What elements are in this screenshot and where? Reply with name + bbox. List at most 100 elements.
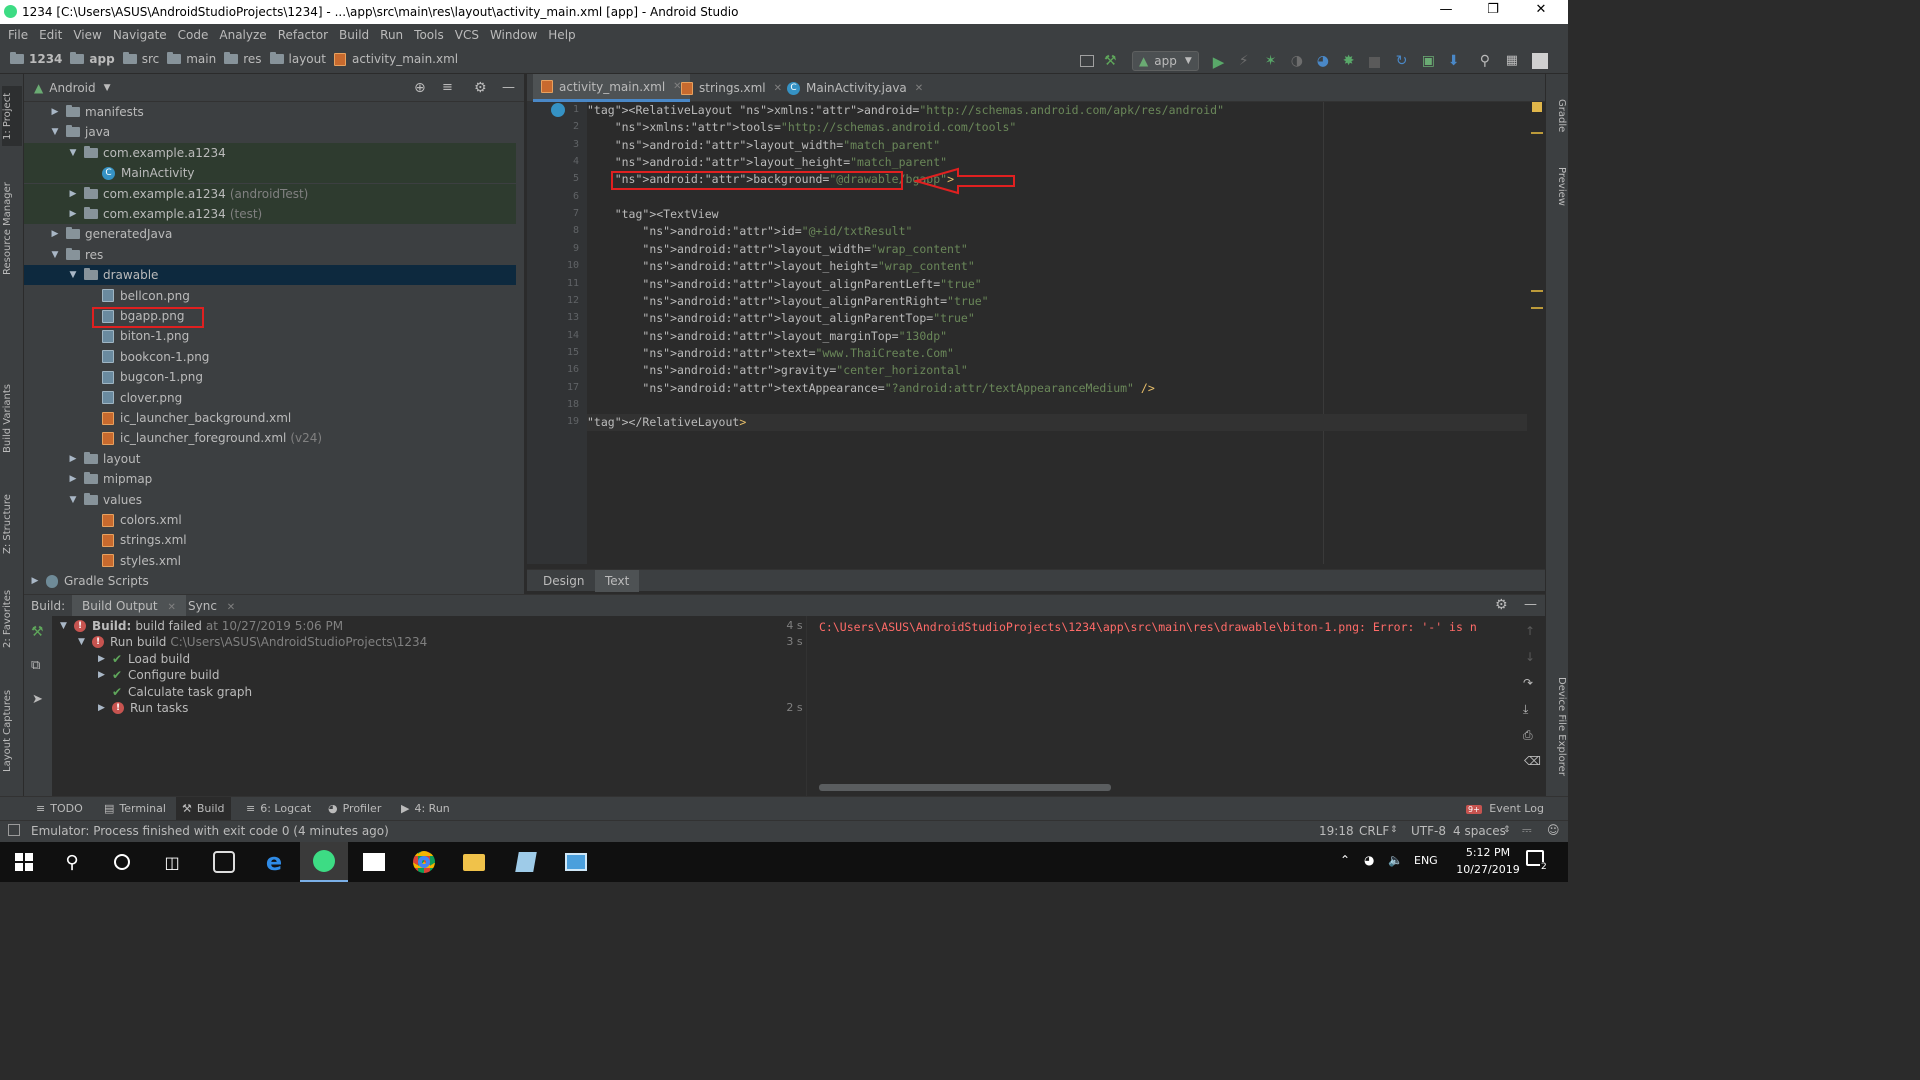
volume-icon[interactable]: 🔈 <box>1388 853 1403 867</box>
gear-icon[interactable]: ⚙ <box>1495 597 1508 613</box>
build-hammer-icon[interactable]: ⚒ <box>31 624 44 640</box>
tab-activity-main[interactable]: activity_main.xml ✕ <box>533 74 690 102</box>
inspector-icon[interactable]: ☺ <box>1547 823 1560 837</box>
status-toggle-icon[interactable] <box>8 824 20 836</box>
tool-layout-captures[interactable]: Layout Captures <box>2 686 22 776</box>
close-icon[interactable]: ✕ <box>167 602 175 613</box>
caret-position[interactable]: 19:18 <box>1319 824 1354 838</box>
print-icon[interactable]: ⎙ <box>1523 728 1533 743</box>
menu-tools[interactable]: Tools <box>414 28 444 42</box>
expand-arrow-icon[interactable]: ▶ <box>98 651 112 667</box>
sdk-manager-icon[interactable]: ⬇ <box>1448 53 1464 69</box>
build-tree-row[interactable]: ▼! Build: build failed at 10/27/2019 5:06 P… <box>52 618 847 634</box>
line-separator[interactable]: CRLF <box>1359 824 1389 838</box>
apply-changes-icon[interactable]: ⚡ <box>1239 53 1255 69</box>
breadcrumb-module[interactable]: app <box>70 52 115 66</box>
expand-arrow-icon[interactable]: ▼ <box>50 127 60 137</box>
horizontal-scrollbar[interactable] <box>819 784 1111 791</box>
tool-project[interactable]: 1: Project <box>2 86 22 146</box>
code-line[interactable]: "ns">android:"attr">textAppearance="?and… <box>587 380 1527 397</box>
close-icon[interactable]: ✕ <box>915 83 923 94</box>
tab-build-output[interactable]: Build Output ✕ <box>72 595 186 617</box>
stop-icon[interactable] <box>1368 56 1380 68</box>
code-line[interactable]: "ns">android:"attr">layout_width="match_… <box>587 137 1527 154</box>
tab-mainactivity[interactable]: C MainActivity.java ✕ <box>779 74 931 102</box>
toggle-view-icon[interactable]: ⧉ <box>31 658 40 673</box>
breadcrumb-project[interactable]: 1234 <box>10 52 62 66</box>
code-line[interactable]: "ns">android:"attr">gravity="center_hori… <box>587 362 1527 379</box>
tree-item[interactable]: ▶ generatedJava <box>24 224 516 244</box>
code-line[interactable]: "ns">android:"attr">id="@+id/txtResult" <box>587 223 1527 240</box>
collapse-arrow-icon[interactable]: ▶ <box>68 474 78 484</box>
close-icon[interactable]: ✕ <box>1518 2 1564 22</box>
breadcrumb-file[interactable]: activity_main.xml <box>333 52 458 66</box>
menu-view[interactable]: View <box>73 28 101 42</box>
code-line[interactable]: "ns">android:"attr">layout_alignParentTo… <box>587 310 1527 327</box>
menu-navigate[interactable]: Navigate <box>113 28 167 42</box>
tab-strings[interactable]: strings.xml ✕ <box>673 74 790 102</box>
expand-arrow-icon[interactable]: ▶ <box>98 700 112 716</box>
tree-item[interactable]: ▼ java <box>24 122 516 142</box>
tool-run[interactable]: ▶ 4: Run <box>395 797 456 821</box>
tab-design[interactable]: Design <box>533 570 594 592</box>
sync-gradle-icon[interactable]: ↻ <box>1396 53 1412 69</box>
menu-file[interactable]: File <box>8 28 28 42</box>
tool-gradle[interactable]: Gradle <box>1549 86 1567 146</box>
wifi-icon[interactable]: ◕ <box>1364 853 1374 867</box>
menu-run[interactable]: Run <box>380 28 403 42</box>
code-line[interactable]: "ns">android:"attr">layout_alignParentLe… <box>587 276 1527 293</box>
menu-edit[interactable]: Edit <box>39 28 62 42</box>
build-tree-row[interactable]: ✔Calculate task graph965 ms <box>52 684 847 700</box>
chevron-down-icon[interactable]: ▼ <box>104 83 111 93</box>
menu-refactor[interactable]: Refactor <box>278 28 328 42</box>
code-line[interactable]: "ns">android:"attr">layout_alignParentRi… <box>587 293 1527 310</box>
code-line[interactable]: "ns">android:"attr">text="www.ThaiCreate… <box>587 345 1527 362</box>
code-line[interactable]: "tag"><RelativeLayout "ns">xmlns:"attr">… <box>587 102 1527 119</box>
tree-item[interactable]: strings.xml <box>24 530 516 550</box>
tree-item[interactable]: bellcon.png <box>24 286 516 306</box>
tool-terminal[interactable]: ▤ Terminal <box>98 797 172 821</box>
tree-item[interactable]: ▶ Gradle Scripts <box>24 571 516 591</box>
start-button[interactable] <box>0 842 48 882</box>
collapse-arrow-icon[interactable]: ▶ <box>68 454 78 464</box>
tool-favorites[interactable]: 2: Favorites <box>2 584 22 654</box>
collapse-arrow-icon[interactable]: ▶ <box>30 576 40 586</box>
scroll-to-end-icon[interactable]: ⤓ <box>1523 702 1528 717</box>
taskbar-android-studio[interactable] <box>300 842 348 882</box>
search-button[interactable]: ⚲ <box>48 842 96 882</box>
collapse-arrow-icon[interactable]: ▶ <box>50 107 60 117</box>
taskbar-media[interactable] <box>350 842 398 882</box>
tree-item[interactable]: ▼ com.example.a1234 <box>24 142 516 163</box>
menu-help[interactable]: Help <box>548 28 575 42</box>
menu-build[interactable]: Build <box>339 28 369 42</box>
hide-panel-icon[interactable]: — <box>502 80 515 95</box>
profile-icon[interactable]: ◕ <box>1317 53 1333 69</box>
taskbar-chrome[interactable] <box>400 842 448 882</box>
collapse-arrow-icon[interactable]: ▶ <box>50 229 60 239</box>
collapse-arrow-icon[interactable]: ▶ <box>68 209 78 219</box>
arrow-up-icon[interactable]: ↑ <box>1525 624 1535 638</box>
device-manager-icon[interactable]: ▣ <box>1422 53 1438 69</box>
tool-event-log[interactable]: 9+ Event Log <box>1460 797 1550 821</box>
close-icon[interactable]: ✕ <box>227 602 235 613</box>
tool-todo[interactable]: ≡ TODO <box>30 797 89 821</box>
taskbar-app-1[interactable] <box>200 842 248 882</box>
code-line[interactable]: "ns">android:"attr">layout_marginTop="13… <box>587 328 1527 345</box>
build-tree-row[interactable]: ▶✔Configure build280 ms <box>52 667 847 683</box>
file-encoding[interactable]: UTF-8 <box>1411 824 1446 838</box>
collapse-all-icon[interactable]: ≡ <box>442 80 453 95</box>
tree-item[interactable]: styles.xml <box>24 551 516 571</box>
menu-vcs[interactable]: VCS <box>455 28 479 42</box>
code-line[interactable] <box>587 189 1527 206</box>
menu-window[interactable]: Window <box>490 28 537 42</box>
tab-text[interactable]: Text <box>595 570 640 592</box>
breadcrumb-main[interactable]: main <box>167 52 216 66</box>
tool-structure[interactable]: Z: Structure <box>2 489 22 559</box>
tree-item[interactable]: colors.xml <box>24 510 516 530</box>
clock-time[interactable]: 5:12 PM <box>1456 846 1520 859</box>
build-tree-row[interactable]: ▶!Run tasks2 s 685 ms <box>52 700 847 716</box>
debug-icon[interactable]: ✶ <box>1265 53 1281 69</box>
code-line[interactable]: "tag"><TextView <box>587 206 1527 223</box>
tool-preview[interactable]: Preview <box>1549 156 1567 216</box>
code-line[interactable]: "ns">android:"attr">layout_height="wrap_… <box>587 258 1527 275</box>
